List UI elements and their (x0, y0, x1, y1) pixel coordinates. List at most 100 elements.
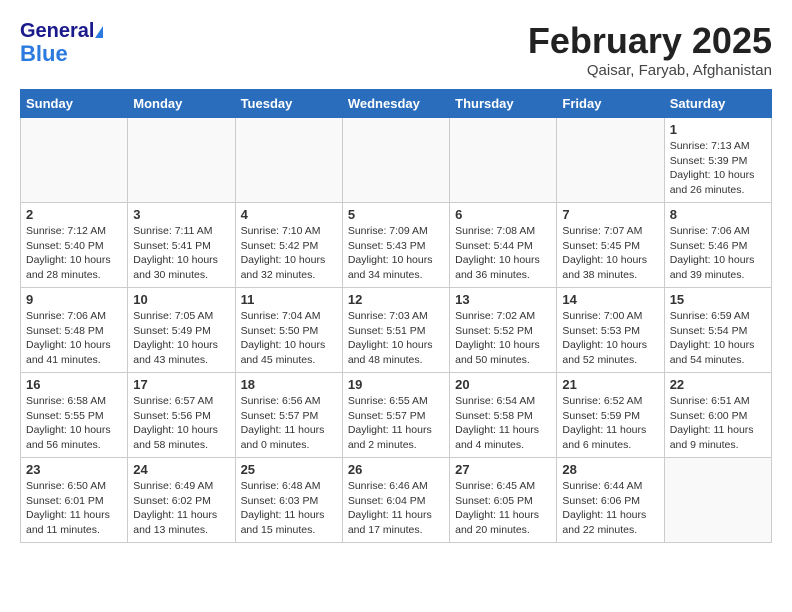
day-number: 15 (670, 292, 766, 307)
day-number: 21 (562, 377, 658, 392)
day-info: Sunrise: 6:57 AM Sunset: 5:56 PM Dayligh… (133, 394, 229, 453)
day-info: Sunrise: 7:10 AM Sunset: 5:42 PM Dayligh… (241, 224, 337, 283)
calendar-week-3: 9 Sunrise: 7:06 AM Sunset: 5:48 PM Daylig… (21, 288, 772, 373)
day-number: 10 (133, 292, 229, 307)
calendar-cell: 21 Sunrise: 6:52 AM Sunset: 5:59 PM Dayli… (557, 373, 664, 458)
calendar-cell: 10 Sunrise: 7:05 AM Sunset: 5:49 PM Dayli… (128, 288, 235, 373)
day-number: 2 (26, 207, 122, 222)
calendar-cell (235, 118, 342, 203)
day-info: Sunrise: 7:07 AM Sunset: 5:45 PM Dayligh… (562, 224, 658, 283)
day-number: 13 (455, 292, 551, 307)
calendar-cell: 3 Sunrise: 7:11 AM Sunset: 5:41 PM Daylig… (128, 203, 235, 288)
day-info: Sunrise: 7:06 AM Sunset: 5:48 PM Dayligh… (26, 309, 122, 368)
calendar-cell: 14 Sunrise: 7:00 AM Sunset: 5:53 PM Dayli… (557, 288, 664, 373)
month-title: February 2025 (528, 20, 772, 62)
day-info: Sunrise: 6:45 AM Sunset: 6:05 PM Dayligh… (455, 479, 551, 538)
calendar-cell: 15 Sunrise: 6:59 AM Sunset: 5:54 PM Dayli… (664, 288, 771, 373)
calendar-table: SundayMondayTuesdayWednesdayThursdayFrid… (20, 89, 772, 543)
calendar-cell: 26 Sunrise: 6:46 AM Sunset: 6:04 PM Dayli… (342, 458, 449, 543)
day-number: 9 (26, 292, 122, 307)
calendar-cell: 20 Sunrise: 6:54 AM Sunset: 5:58 PM Dayli… (450, 373, 557, 458)
calendar-cell: 23 Sunrise: 6:50 AM Sunset: 6:01 PM Dayli… (21, 458, 128, 543)
day-number: 27 (455, 462, 551, 477)
calendar-cell: 19 Sunrise: 6:55 AM Sunset: 5:57 PM Dayli… (342, 373, 449, 458)
day-number: 17 (133, 377, 229, 392)
calendar-cell: 8 Sunrise: 7:06 AM Sunset: 5:46 PM Daylig… (664, 203, 771, 288)
calendar-cell (21, 118, 128, 203)
col-header-wednesday: Wednesday (342, 90, 449, 118)
day-info: Sunrise: 6:51 AM Sunset: 6:00 PM Dayligh… (670, 394, 766, 453)
calendar-cell: 17 Sunrise: 6:57 AM Sunset: 5:56 PM Dayli… (128, 373, 235, 458)
calendar-cell: 2 Sunrise: 7:12 AM Sunset: 5:40 PM Daylig… (21, 203, 128, 288)
calendar-cell: 1Sunrise: 7:13 AM Sunset: 5:39 PM Daylig… (664, 118, 771, 203)
day-info: Sunrise: 6:56 AM Sunset: 5:57 PM Dayligh… (241, 394, 337, 453)
col-header-friday: Friday (557, 90, 664, 118)
day-number: 19 (348, 377, 444, 392)
day-info: Sunrise: 7:12 AM Sunset: 5:40 PM Dayligh… (26, 224, 122, 283)
col-header-thursday: Thursday (450, 90, 557, 118)
calendar-cell: 22 Sunrise: 6:51 AM Sunset: 6:00 PM Dayli… (664, 373, 771, 458)
logo: General Blue (20, 20, 103, 66)
calendar-cell: 12Sunrise: 7:03 AM Sunset: 5:51 PM Dayli… (342, 288, 449, 373)
day-info: Sunrise: 6:46 AM Sunset: 6:04 PM Dayligh… (348, 479, 444, 538)
day-info: Sunrise: 6:58 AM Sunset: 5:55 PM Dayligh… (26, 394, 122, 453)
day-info: Sunrise: 7:09 AM Sunset: 5:43 PM Dayligh… (348, 224, 444, 283)
day-number: 22 (670, 377, 766, 392)
day-number: 28 (562, 462, 658, 477)
calendar-cell: 27 Sunrise: 6:45 AM Sunset: 6:05 PM Dayli… (450, 458, 557, 543)
day-number: 20 (455, 377, 551, 392)
day-info: Sunrise: 6:50 AM Sunset: 6:01 PM Dayligh… (26, 479, 122, 538)
col-header-monday: Monday (128, 90, 235, 118)
day-info: Sunrise: 6:49 AM Sunset: 6:02 PM Dayligh… (133, 479, 229, 538)
day-number: 14 (562, 292, 658, 307)
day-info: Sunrise: 7:00 AM Sunset: 5:53 PM Dayligh… (562, 309, 658, 368)
calendar-week-1: 1Sunrise: 7:13 AM Sunset: 5:39 PM Daylig… (21, 118, 772, 203)
calendar-week-4: 16 Sunrise: 6:58 AM Sunset: 5:55 PM Dayli… (21, 373, 772, 458)
day-info: Sunrise: 6:44 AM Sunset: 6:06 PM Dayligh… (562, 479, 658, 538)
calendar-cell (128, 118, 235, 203)
day-number: 16 (26, 377, 122, 392)
day-number: 3 (133, 207, 229, 222)
logo-blue: Blue (20, 42, 103, 66)
calendar-cell: 25Sunrise: 6:48 AM Sunset: 6:03 PM Dayli… (235, 458, 342, 543)
day-info: Sunrise: 6:52 AM Sunset: 5:59 PM Dayligh… (562, 394, 658, 453)
day-number: 5 (348, 207, 444, 222)
calendar-cell: 9 Sunrise: 7:06 AM Sunset: 5:48 PM Daylig… (21, 288, 128, 373)
day-number: 18 (241, 377, 337, 392)
day-number: 24 (133, 462, 229, 477)
calendar-week-5: 23 Sunrise: 6:50 AM Sunset: 6:01 PM Dayli… (21, 458, 772, 543)
day-info: Sunrise: 6:54 AM Sunset: 5:58 PM Dayligh… (455, 394, 551, 453)
calendar-cell: 18 Sunrise: 6:56 AM Sunset: 5:57 PM Dayli… (235, 373, 342, 458)
calendar-header-row: SundayMondayTuesdayWednesdayThursdayFrid… (21, 90, 772, 118)
calendar-cell: 13Sunrise: 7:02 AM Sunset: 5:52 PM Dayli… (450, 288, 557, 373)
day-number: 23 (26, 462, 122, 477)
logo-general: General (20, 20, 103, 42)
day-info: Sunrise: 6:55 AM Sunset: 5:57 PM Dayligh… (348, 394, 444, 453)
day-info: Sunrise: 7:08 AM Sunset: 5:44 PM Dayligh… (455, 224, 551, 283)
calendar-cell: 28 Sunrise: 6:44 AM Sunset: 6:06 PM Dayli… (557, 458, 664, 543)
calendar-cell: 5 Sunrise: 7:09 AM Sunset: 5:43 PM Daylig… (342, 203, 449, 288)
calendar-cell: 4 Sunrise: 7:10 AM Sunset: 5:42 PM Daylig… (235, 203, 342, 288)
calendar-cell: 16 Sunrise: 6:58 AM Sunset: 5:55 PM Dayli… (21, 373, 128, 458)
day-info: Sunrise: 7:05 AM Sunset: 5:49 PM Dayligh… (133, 309, 229, 368)
calendar-week-2: 2 Sunrise: 7:12 AM Sunset: 5:40 PM Daylig… (21, 203, 772, 288)
location: Qaisar, Faryab, Afghanistan (528, 62, 772, 79)
day-number: 8 (670, 207, 766, 222)
day-number: 7 (562, 207, 658, 222)
day-number: 26 (348, 462, 444, 477)
day-number: 11 (241, 292, 337, 307)
page-header: General Blue February 2025 Qaisar, Farya… (20, 20, 772, 79)
day-number: 25 (241, 462, 337, 477)
col-header-saturday: Saturday (664, 90, 771, 118)
calendar-cell (557, 118, 664, 203)
day-info: Sunrise: 7:03 AM Sunset: 5:51 PM Dayligh… (348, 309, 444, 368)
day-info: Sunrise: 7:13 AM Sunset: 5:39 PM Dayligh… (670, 139, 766, 198)
day-number: 6 (455, 207, 551, 222)
day-info: Sunrise: 7:11 AM Sunset: 5:41 PM Dayligh… (133, 224, 229, 283)
day-info: Sunrise: 7:06 AM Sunset: 5:46 PM Dayligh… (670, 224, 766, 283)
calendar-cell: 7 Sunrise: 7:07 AM Sunset: 5:45 PM Daylig… (557, 203, 664, 288)
calendar-cell: 11Sunrise: 7:04 AM Sunset: 5:50 PM Dayli… (235, 288, 342, 373)
day-number: 4 (241, 207, 337, 222)
day-info: Sunrise: 6:59 AM Sunset: 5:54 PM Dayligh… (670, 309, 766, 368)
calendar-cell (342, 118, 449, 203)
